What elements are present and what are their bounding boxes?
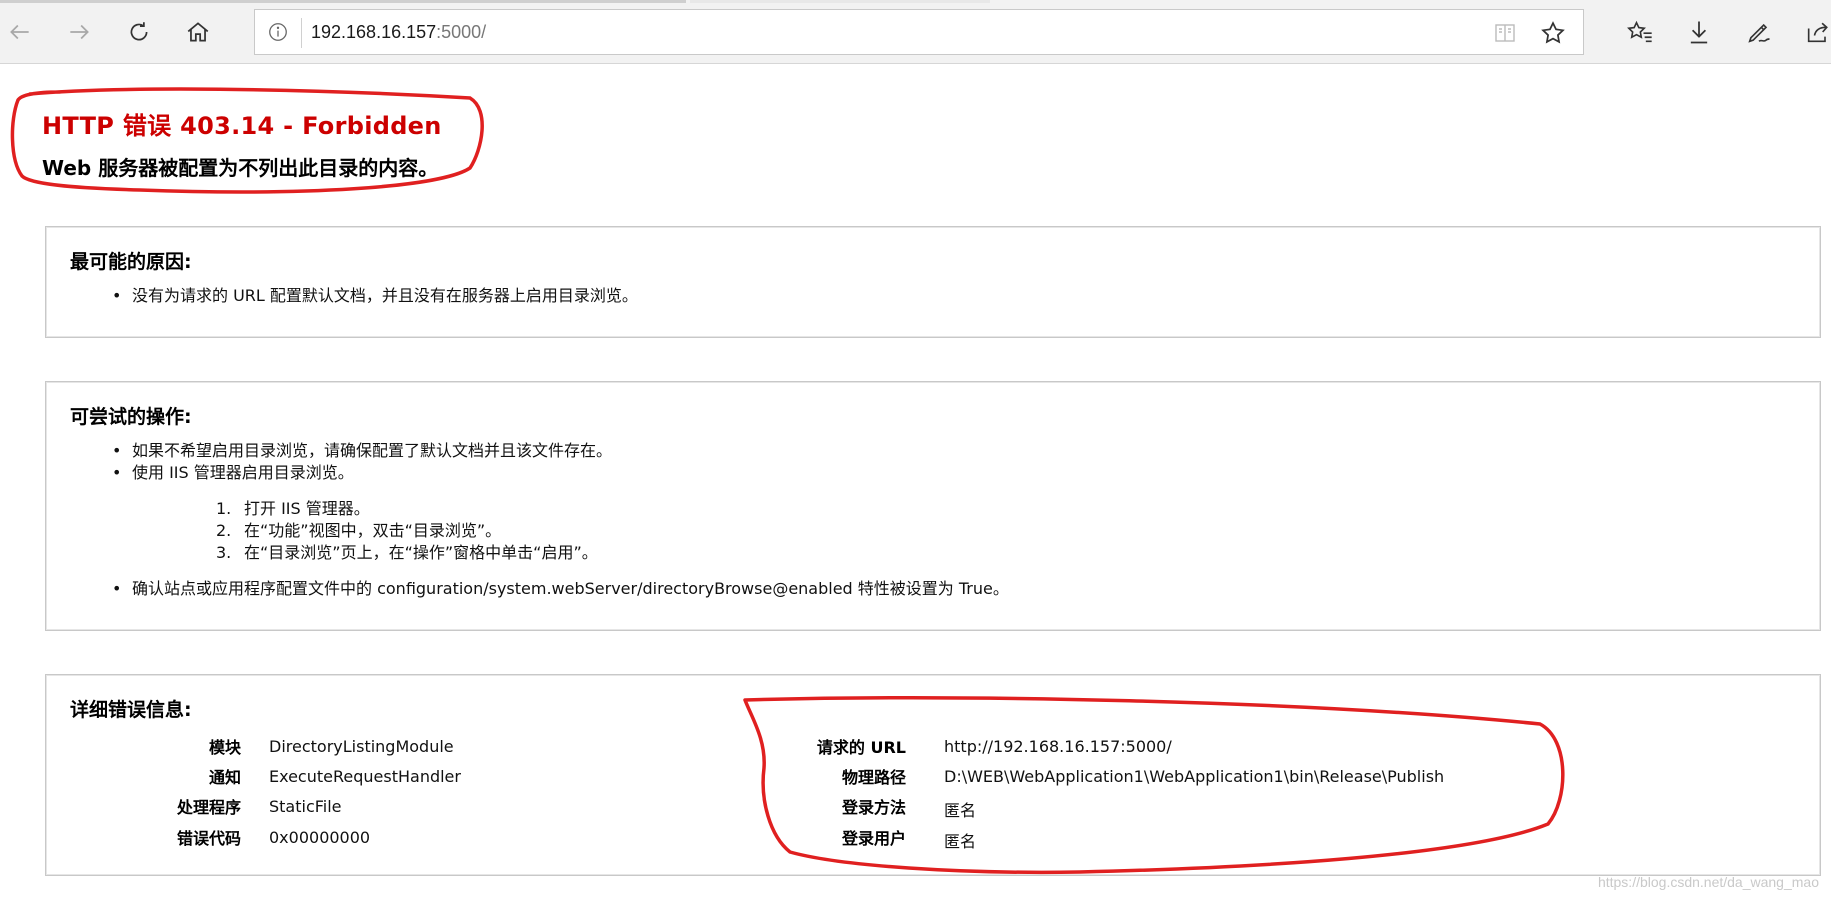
action-text: 如果不希望启用目录浏览，请确保配置了默认文档并且该文件存在。 (132, 441, 613, 460)
home-button[interactable] (180, 12, 216, 52)
bullet-icon: • (112, 286, 122, 305)
arrow-right-icon (70, 24, 89, 40)
causes-list: • 没有为请求的 URL 配置默认文档，并且没有在服务器上启用目录浏览。 (112, 285, 638, 307)
detail-value: D:\WEB\WebApplication1\WebApplication1\b… (944, 767, 1445, 786)
detail-value: http://192.168.16.157:5000/ (944, 737, 1172, 756)
actions-heading: 可尝试的操作: (70, 406, 192, 428)
error-subtitle: Web 服务器被配置为不列出此目录的内容。 (42, 156, 439, 180)
watermark: https://blog.csdn.net/da_wang_mao (1597, 874, 1819, 890)
refresh-button[interactable] (121, 12, 157, 52)
detail-value: 匿名 (944, 801, 977, 820)
detail-key: 登录用户 (841, 829, 906, 848)
share-icon (1807, 22, 1828, 43)
list-item: • 没有为请求的 URL 配置默认文档，并且没有在服务器上启用目录浏览。 (112, 285, 638, 307)
address-bar[interactable]: 192.168.16.157:5000/ (254, 9, 1584, 55)
actions-list-2: • 确认站点或应用程序配置文件中的 configuration/system.we… (112, 578, 1009, 600)
actions-list: • 如果不希望启用目录浏览，请确保配置了默认文档并且该文件存在。 • 使用 IIS … (112, 440, 613, 484)
home-icon (187, 22, 209, 42)
details-heading: 详细错误信息: (70, 699, 192, 721)
list-item: • 确认站点或应用程序配置文件中的 configuration/system.we… (112, 578, 1009, 600)
tab-edge (0, 0, 686, 3)
step-text: 打开 IIS 管理器。 (244, 499, 370, 518)
step-text: 在“功能”视图中，双击“目录浏览”。 (244, 521, 502, 540)
browser-toolbar: 192.168.16.157:5000/ (0, 0, 1831, 64)
cause-text: 没有为请求的 URL 配置默认文档，并且没有在服务器上启用目录浏览。 (132, 286, 638, 305)
refresh-icon (130, 22, 148, 41)
notes-button[interactable] (1741, 12, 1777, 52)
download-icon (1690, 21, 1708, 44)
action-text: 确认站点或应用程序配置文件中的 configuration/system.web… (132, 579, 1009, 598)
detail-key: 登录方法 (841, 798, 906, 817)
detail-value: 匿名 (944, 832, 977, 851)
favorites-list-icon (1627, 20, 1652, 43)
causes-heading: 最可能的原因: (70, 251, 192, 273)
step-number: 1. (216, 499, 232, 518)
actions-panel: 可尝试的操作: • 如果不希望启用目录浏览，请确保配置了默认文档并且该文件存在。 … (45, 381, 1821, 631)
error-title: HTTP 错误 403.14 - Forbidden (42, 112, 442, 140)
favorites-button[interactable] (1622, 12, 1658, 52)
action-text: 使用 IIS 管理器启用目录浏览。 (132, 463, 354, 482)
reading-view-icon[interactable] (1493, 21, 1517, 45)
tab-edge (690, 0, 990, 3)
step-number: 2. (216, 521, 232, 540)
info-icon[interactable] (267, 21, 289, 43)
list-item: • 使用 IIS 管理器启用目录浏览。 (112, 462, 612, 484)
address-host: 192.168.16.157 (311, 22, 437, 42)
bullet-icon: • (112, 579, 122, 598)
details-right-keys: 请求的 URL 物理路径 登录方法 登录用户 (46, 737, 906, 848)
address-input[interactable]: 192.168.16.157:5000/ (311, 10, 1431, 54)
list-item: 2. 在“功能”视图中，双击“目录浏览”。 (216, 520, 598, 542)
details-panel: 详细错误信息: 模块 通知 处理程序 错误代码 DirectoryListing… (45, 674, 1821, 876)
favorite-star-icon[interactable] (1539, 19, 1567, 47)
list-item: 1. 打开 IIS 管理器。 (216, 498, 598, 520)
step-text: 在“目录浏览”页上，在“操作”窗格中单击“启用”。 (244, 543, 598, 562)
downloads-button[interactable] (1681, 12, 1717, 52)
bullet-icon: • (112, 441, 122, 460)
forward-button[interactable] (61, 12, 97, 52)
step-number: 3. (216, 543, 232, 562)
address-port: :5000/ (436, 22, 487, 42)
address-separator (301, 18, 302, 48)
detail-key: 物理路径 (841, 768, 906, 787)
arrow-left-icon (10, 24, 29, 40)
share-button[interactable] (1800, 12, 1831, 52)
causes-panel: 最可能的原因: • 没有为请求的 URL 配置默认文档，并且没有在服务器上启用目录… (45, 226, 1821, 338)
pen-icon (1748, 23, 1770, 43)
bullet-icon: • (112, 463, 122, 482)
list-item: 3. 在“目录浏览”页上，在“操作”窗格中单击“启用”。 (216, 542, 598, 564)
back-button[interactable] (2, 12, 38, 52)
list-item: • 如果不希望启用目录浏览，请确保配置了默认文档并且该文件存在。 (112, 440, 613, 462)
detail-key: 请求的 URL (816, 738, 906, 757)
steps-list: 1. 打开 IIS 管理器。 2. 在“功能”视图中，双击“目录浏览”。 3. 在“目… (216, 498, 598, 564)
